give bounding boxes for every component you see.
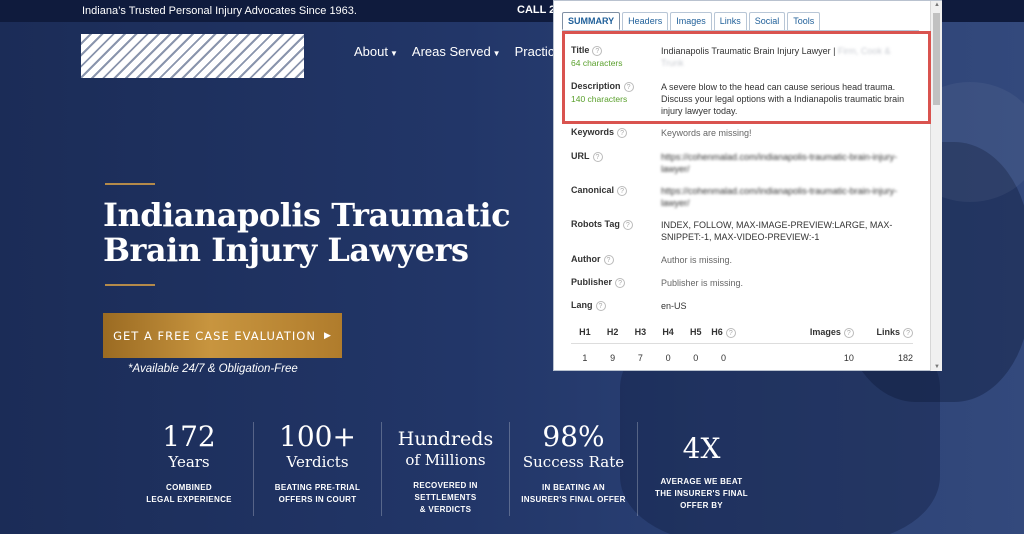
stat-number: 98% xyxy=(542,420,605,453)
row-label: Keywords? xyxy=(571,127,628,138)
char-count: 140 characters xyxy=(571,94,628,104)
help-icon[interactable]: ? xyxy=(725,327,736,338)
lang-value: en-US xyxy=(661,301,687,311)
table-cell: 0 xyxy=(693,352,699,363)
tagline: Indiana’s Trusted Personal Injury Advoca… xyxy=(82,5,357,17)
robots-value: INDEX, FOLLOW, MAX-IMAGE-PREVIEW:LARGE, … xyxy=(661,220,893,242)
help-icon[interactable]: ? xyxy=(617,185,628,196)
table-cell: 7 xyxy=(637,352,643,363)
help-icon[interactable]: ? xyxy=(903,327,914,338)
help-icon[interactable]: ? xyxy=(615,277,626,288)
scrollbar[interactable]: ▲ ▼ xyxy=(930,1,942,371)
row-label: Canonical? xyxy=(571,185,628,196)
stat-number: 100+ xyxy=(279,420,356,453)
divider xyxy=(105,284,155,286)
stat-number: 4X xyxy=(682,432,721,465)
tab-images[interactable]: Images xyxy=(670,12,712,30)
stat-number: Hundreds xyxy=(397,428,494,450)
nav-item-about[interactable]: About ▼ xyxy=(354,44,398,59)
stat-label: Verdicts xyxy=(286,453,349,471)
arrow-right-icon: ▶ xyxy=(323,330,332,341)
scrollbar-thumb[interactable] xyxy=(933,13,940,105)
stat-caption: RECOVERED IN SETTLEMENTS & VERDICTS xyxy=(413,481,478,514)
table-cell: 0 xyxy=(721,352,727,363)
help-icon[interactable]: ? xyxy=(843,327,854,338)
tab-headers[interactable]: Headers xyxy=(622,12,669,30)
header-cell: H5 xyxy=(690,327,702,337)
stat-item: 100+ Verdicts BEATING PRE-TRIAL OFFERS IN… xyxy=(253,422,381,516)
stat-label: Years xyxy=(168,453,210,471)
table-cell: 0 xyxy=(665,352,671,363)
author-value: Author is missing. xyxy=(661,255,733,265)
header-cell: H3 xyxy=(634,327,647,337)
nav-item-areas-served[interactable]: Areas Served ▼ xyxy=(412,44,501,59)
caret-down-icon: ▼ xyxy=(492,49,501,58)
header-cell: H1 xyxy=(579,327,591,337)
divider xyxy=(105,183,155,185)
header-cell: Images? xyxy=(737,327,854,338)
char-count: 64 characters xyxy=(571,58,623,68)
main-nav: About ▼ Areas Served ▼ Practice Ar xyxy=(354,44,577,59)
stat-item: Hundreds of Millions RECOVERED IN SETTLEM… xyxy=(381,422,509,516)
free-case-evaluation-button[interactable]: GET A FREE CASE EVALUATION ▶ xyxy=(103,313,342,358)
scroll-up-icon[interactable]: ▲ xyxy=(934,2,940,8)
publisher-value: Publisher is missing. xyxy=(661,278,744,288)
help-icon[interactable]: ? xyxy=(622,219,633,230)
keywords-value: Keywords are missing! xyxy=(661,128,752,138)
row-label: Lang? xyxy=(571,300,606,311)
description-value: A severe blow to the head can cause seri… xyxy=(661,82,905,116)
stat-caption: AVERAGE WE BEAT THE INSURER'S FINAL OFFER … xyxy=(655,477,748,510)
row-label: Author? xyxy=(571,254,614,265)
header-cell: H6? xyxy=(710,327,738,338)
table-cell: 9 xyxy=(610,352,616,363)
header-cell: H2 xyxy=(606,327,619,337)
availability-note: *Available 24/7 & Obligation-Free xyxy=(128,363,298,375)
header-cell: H4 xyxy=(662,327,674,337)
headline-line: Indianapolis Traumatic xyxy=(103,196,511,234)
help-icon[interactable]: ? xyxy=(603,254,614,265)
stats-row: 172 Years COMBINED LEGAL EXPERIENCE 100+ … xyxy=(125,422,765,516)
table-cell: 10 xyxy=(843,352,854,363)
table-row: 1 9 7 0 0 0 10 182 xyxy=(571,344,913,363)
cta-label: GET A FREE CASE EVALUATION xyxy=(113,328,316,343)
row-label: Publisher? xyxy=(571,277,626,288)
header-cell: Links? xyxy=(854,327,914,338)
scroll-down-icon[interactable]: ▼ xyxy=(934,364,940,370)
stat-caption: IN BEATING AN INSURER'S FINAL OFFER xyxy=(521,483,626,504)
caret-down-icon: ▼ xyxy=(389,49,398,58)
row-label: Description? xyxy=(571,81,634,92)
stat-caption: COMBINED LEGAL EXPERIENCE xyxy=(146,483,232,504)
canonical-value[interactable]: https://cohenmalad.com/indianapolis-trau… xyxy=(661,185,911,209)
row-label: Title? xyxy=(571,45,603,56)
table-header-row: H1 H2 H3 H4 H5 H6? Images? Links? xyxy=(571,327,914,344)
stat-label: of Millions xyxy=(405,451,486,469)
stat-label: Success Rate xyxy=(522,453,625,471)
table-cell: 1 xyxy=(582,352,588,363)
headline-line: Brain Injury Lawyers xyxy=(103,231,469,269)
page-title: Indianapolis Traumatic Brain Injury Lawy… xyxy=(103,198,523,268)
tab-social[interactable]: Social xyxy=(748,12,786,30)
help-icon[interactable]: ? xyxy=(623,81,634,92)
stat-item: 98% Success Rate IN BEATING AN INSURER'S … xyxy=(509,422,637,516)
title-value: Indianapolis Traumatic Brain Injury Lawy… xyxy=(661,46,891,68)
tab-tools[interactable]: Tools xyxy=(787,12,821,30)
help-icon[interactable]: ? xyxy=(595,300,606,311)
help-icon[interactable]: ? xyxy=(592,45,603,56)
site-logo[interactable] xyxy=(81,34,304,78)
help-icon[interactable]: ? xyxy=(617,127,628,138)
table-cell: 182 xyxy=(898,352,914,363)
tab-summary[interactable]: SUMMARY xyxy=(562,12,621,30)
headings-summary-table: H1 H2 H3 H4 H5 H6? Images? Links? 1 9 7 … xyxy=(571,327,914,363)
stat-number: 172 xyxy=(162,420,216,453)
seo-tabs: SUMMARY Headers Images Links Social Tool… xyxy=(562,12,821,30)
tab-links[interactable]: Links xyxy=(713,12,747,30)
url-value[interactable]: https://cohenmalad.com/indianapolis-trau… xyxy=(661,151,911,175)
stat-caption: BEATING PRE-TRIAL OFFERS IN COURT xyxy=(274,483,361,504)
row-label: Robots Tag? xyxy=(571,219,633,230)
seo-extension-panel: SUMMARY Headers Images Links Social Tool… xyxy=(553,0,942,371)
stat-item: 4X AVERAGE WE BEAT THE INSURER'S FINAL OFF… xyxy=(637,422,765,516)
row-label: URL? xyxy=(571,151,603,162)
stat-item: 172 Years COMBINED LEGAL EXPERIENCE xyxy=(125,422,253,516)
help-icon[interactable]: ? xyxy=(592,151,603,162)
